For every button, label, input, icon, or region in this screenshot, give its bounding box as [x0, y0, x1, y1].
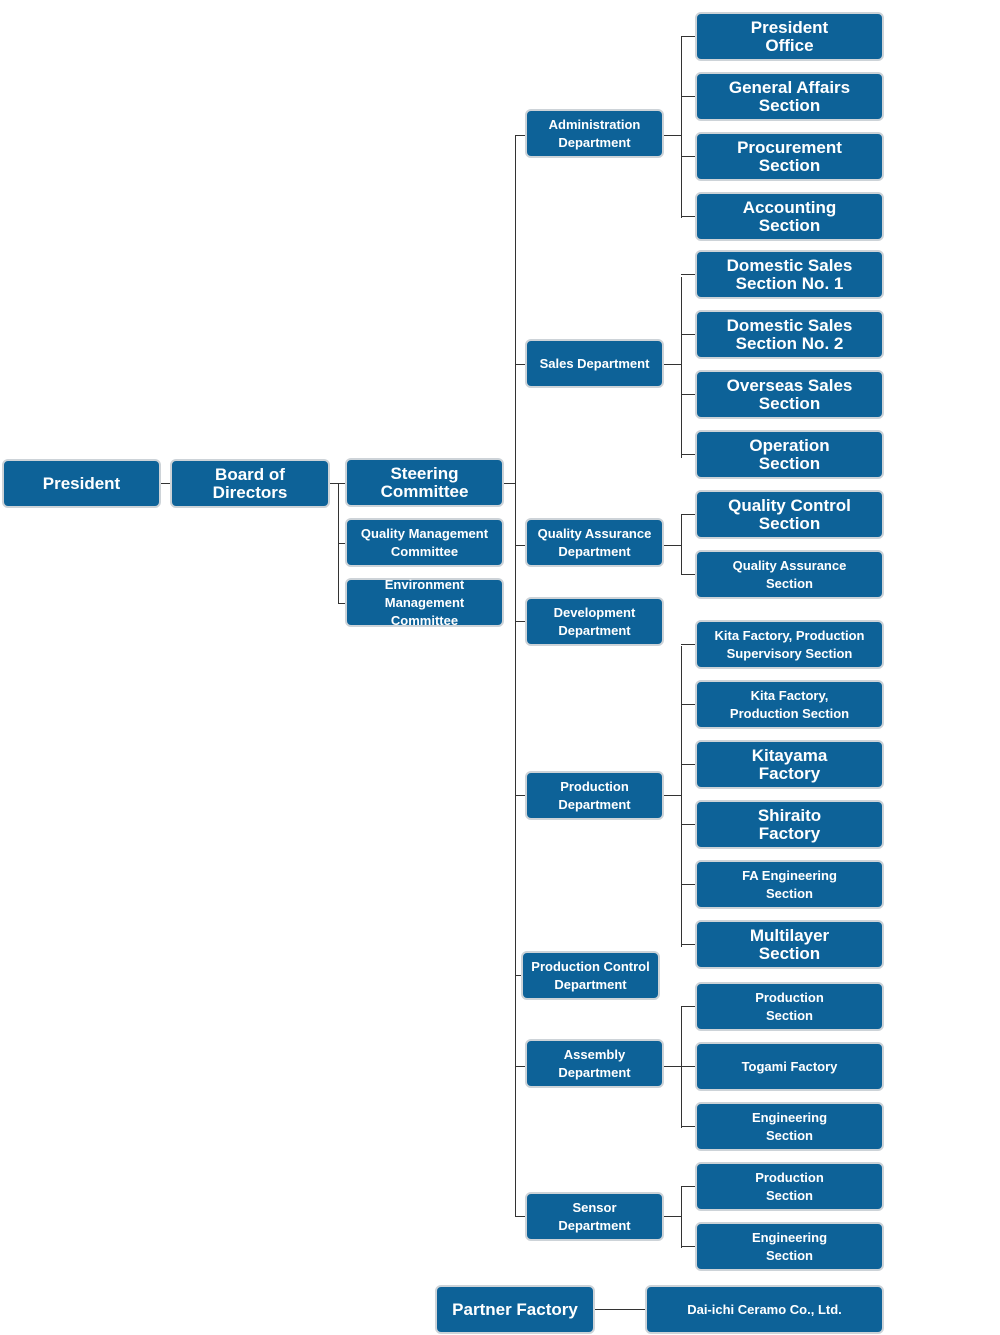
connector: [681, 884, 695, 885]
connector: [681, 644, 695, 645]
committee-box: Quality Management Committee: [345, 518, 504, 567]
connector: [681, 1187, 682, 1248]
section-box: Quality Assurance Section: [695, 550, 884, 599]
connector: [681, 764, 695, 765]
connector: [681, 574, 695, 575]
connector: [663, 545, 681, 546]
connector: [681, 1186, 695, 1187]
department-box: Development Department: [525, 597, 664, 646]
department-box: Sales Department: [525, 339, 664, 388]
connector: [663, 364, 681, 365]
connector: [663, 1216, 681, 1217]
connector: [681, 824, 695, 825]
president-box: President: [2, 459, 161, 508]
partner-company-box: Dai-ichi Ceramo Co., Ltd.: [645, 1285, 884, 1334]
connector: [681, 1246, 695, 1247]
committee-box: Steering Committee: [345, 458, 504, 507]
connector: [515, 135, 516, 1217]
connector: [681, 1126, 695, 1127]
connector: [594, 1309, 646, 1310]
section-box: Quality Control Section: [695, 490, 884, 539]
section-box: Accounting Section: [695, 192, 884, 241]
section-box: Kita Factory, Production Supervisory Sec…: [695, 620, 884, 669]
connector: [681, 1007, 682, 1128]
section-box: Engineering Section: [695, 1222, 884, 1271]
board-of-directors-box: Board of Directors: [170, 459, 330, 508]
connector: [681, 277, 682, 458]
connector: [681, 514, 695, 515]
department-box: Assembly Department: [525, 1039, 664, 1088]
connector: [681, 216, 695, 217]
section-box: FA Engineering Section: [695, 860, 884, 909]
connector: [681, 36, 695, 37]
section-box: Procurement Section: [695, 132, 884, 181]
section-box: Shiraito Factory: [695, 800, 884, 849]
department-box: Quality Assurance Department: [525, 518, 664, 567]
connector: [663, 135, 681, 136]
department-box: Production Department: [525, 771, 664, 820]
section-box: Engineering Section: [695, 1102, 884, 1151]
department-box: Sensor Department: [525, 1192, 664, 1241]
section-box: Kitayama Factory: [695, 740, 884, 789]
connector: [681, 1066, 695, 1067]
connector: [663, 795, 681, 796]
department-box: Production Control Department: [521, 951, 660, 1000]
section-box: Domestic Sales Section No. 1: [695, 250, 884, 299]
connector: [681, 646, 682, 947]
connector: [681, 37, 682, 218]
section-box: Multilayer Section: [695, 920, 884, 969]
section-box: Production Section: [695, 1162, 884, 1211]
section-box: President Office: [695, 12, 884, 61]
connector: [663, 1066, 681, 1067]
department-box: Administration Department: [525, 109, 664, 158]
connector: [681, 454, 695, 455]
connector: [681, 944, 695, 945]
committee-box: Environment Management Committee: [345, 577, 504, 628]
connector: [681, 1006, 695, 1007]
connector: [681, 515, 682, 575]
section-box: Kita Factory, Production Section: [695, 680, 884, 729]
connector: [503, 483, 515, 484]
connector: [681, 96, 695, 97]
partner-factory-box: Partner Factory: [435, 1285, 595, 1334]
connector: [681, 394, 695, 395]
section-box: Domestic Sales Section No. 2: [695, 310, 884, 359]
connector: [681, 156, 695, 157]
section-box: Togami Factory: [695, 1042, 884, 1091]
connector: [681, 274, 695, 275]
connector: [681, 334, 695, 335]
section-box: Operation Section: [695, 430, 884, 479]
section-box: Overseas Sales Section: [695, 370, 884, 419]
section-box: Production Section: [695, 982, 884, 1031]
section-box: General Affairs Section: [695, 72, 884, 121]
connector: [681, 704, 695, 705]
